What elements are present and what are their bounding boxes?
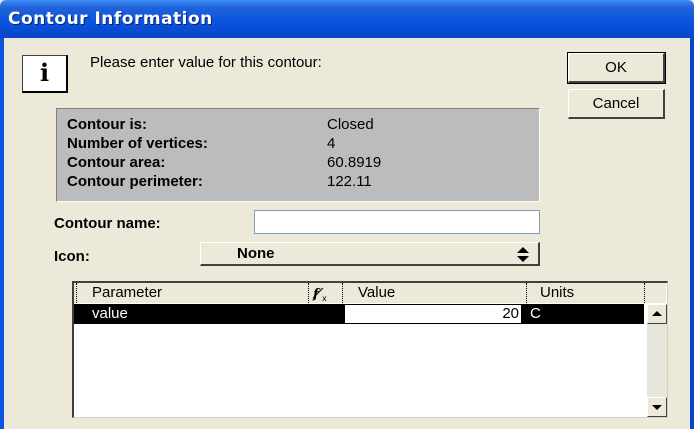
perimeter-label: Contour perimeter: xyxy=(67,173,203,190)
arrow-down-icon xyxy=(652,405,662,410)
header-separator[interactable] xyxy=(526,283,527,303)
area-label: Contour area: xyxy=(67,154,166,171)
window-title: Contour Information xyxy=(8,9,213,29)
scroll-down-button[interactable] xyxy=(647,397,667,417)
icon-select-value: None xyxy=(237,245,275,262)
area-value: 60.8919 xyxy=(327,154,382,171)
parameter-grid[interactable]: Parameter f x Value Units value C 20 xyxy=(72,281,668,418)
perimeter-value: 122.11 xyxy=(327,173,372,190)
column-header-value[interactable]: Value xyxy=(358,283,396,303)
header-separator[interactable] xyxy=(342,283,343,303)
header-separator[interactable] xyxy=(76,283,77,303)
vertices-value: 4 xyxy=(327,135,336,152)
column-header-units[interactable]: Units xyxy=(540,283,575,303)
window-border-right xyxy=(690,38,694,429)
icon-label: Icon: xyxy=(54,248,90,265)
contour-name-label: Contour name: xyxy=(54,215,161,232)
svg-text:x: x xyxy=(322,294,327,302)
value-cell-input[interactable]: 20 xyxy=(344,304,522,324)
title-bar[interactable]: Contour Information xyxy=(0,0,694,38)
contour-name-input[interactable] xyxy=(254,210,540,234)
units-cell[interactable]: C xyxy=(530,304,541,324)
prompt-text: Please enter value for this contour: xyxy=(90,54,322,71)
function-fx-icon[interactable]: f x xyxy=(312,286,332,302)
cancel-button[interactable]: Cancel xyxy=(568,89,665,119)
contour-is-label: Contour is: xyxy=(67,116,147,133)
column-header-parameter[interactable]: Parameter xyxy=(92,283,163,303)
arrow-up-icon xyxy=(652,311,662,316)
header-separator[interactable] xyxy=(644,283,645,303)
parameter-cell: value xyxy=(92,305,128,322)
window-border-left xyxy=(0,38,4,429)
header-separator[interactable] xyxy=(308,283,309,303)
icon-select[interactable]: None xyxy=(200,242,540,266)
info-icon: i xyxy=(22,55,68,93)
ok-button[interactable]: OK xyxy=(567,52,666,84)
contour-stats-panel: Contour is: Closed Number of vertices: 4… xyxy=(56,108,540,202)
vertical-scrollbar[interactable] xyxy=(647,304,667,417)
vertices-label: Number of vertices: xyxy=(67,135,208,152)
up-down-arrows-icon xyxy=(517,247,529,262)
scroll-up-button[interactable] xyxy=(647,304,667,324)
contour-is-value: Closed xyxy=(327,116,374,133)
